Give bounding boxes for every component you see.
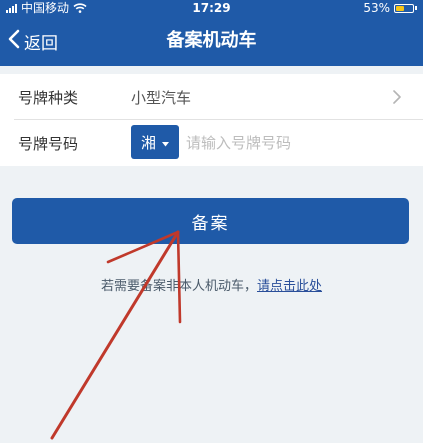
submit-button[interactable]: 备案	[12, 198, 409, 244]
page-title: 备案机动车	[166, 30, 257, 51]
status-time: 17:29	[192, 1, 231, 15]
hint-text: 若需要备案非本人机动车，请点击此处	[0, 275, 423, 294]
plate-number-label: 号牌号码	[18, 134, 79, 153]
battery-level	[396, 5, 404, 11]
hint-prefix: 若需要备案非本人机动车，	[100, 279, 257, 294]
status-right: 53%	[363, 0, 417, 16]
plate-type-label: 号牌种类	[18, 88, 79, 107]
nav-header: 中国移动 17:29 53% 返回 备案机动车	[0, 0, 423, 66]
plate-number-input[interactable]	[184, 130, 408, 156]
battery-tip	[415, 6, 417, 10]
other-vehicle-link[interactable]: 请点击此处	[257, 279, 322, 294]
vehicle-form: 号牌种类 小型汽车 号牌号码 湘	[0, 74, 423, 166]
submit-label: 备案	[191, 213, 230, 234]
plate-number-row: 号牌号码 湘	[0, 120, 423, 166]
chevron-right-icon	[393, 90, 401, 108]
plate-prefix-select[interactable]: 湘	[131, 125, 179, 159]
plate-type-row[interactable]: 号牌种类 小型汽车	[0, 74, 423, 120]
battery-icon	[394, 3, 414, 13]
status-bar: 中国移动 17:29 53%	[0, 0, 423, 16]
battery-percent: 53%	[363, 1, 390, 15]
plate-prefix-value: 湘	[140, 133, 156, 152]
plate-type-value: 小型汽车	[131, 88, 192, 107]
caret-down-icon	[162, 133, 169, 151]
